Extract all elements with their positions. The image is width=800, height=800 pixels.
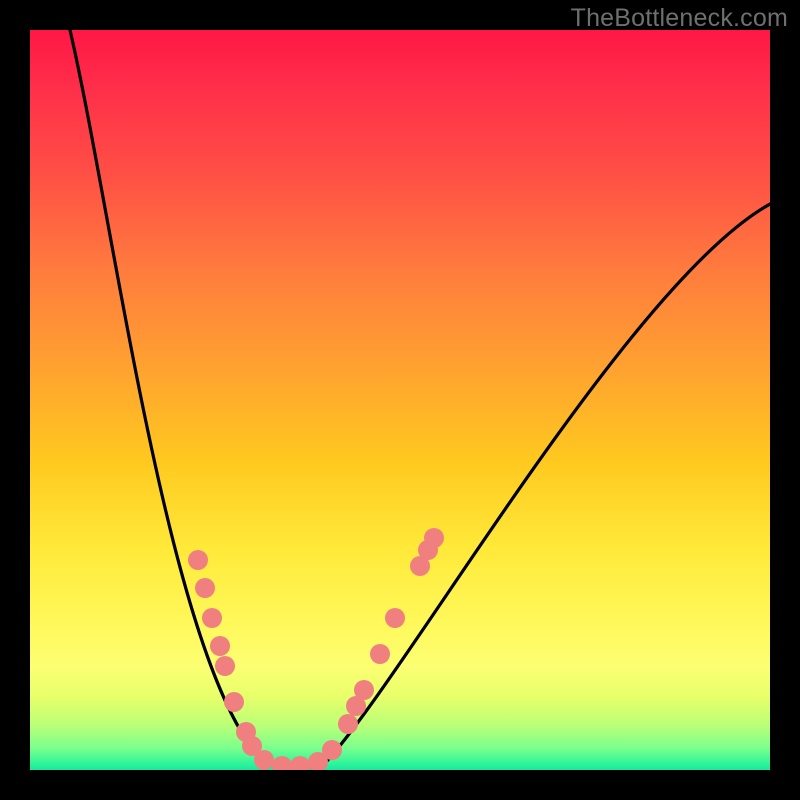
data-marker — [202, 608, 222, 628]
watermark-label: TheBottleneck.com — [571, 4, 788, 33]
data-marker — [370, 644, 390, 664]
data-marker — [354, 680, 374, 700]
marker-group — [188, 528, 444, 770]
data-marker — [254, 750, 274, 770]
data-marker — [195, 578, 215, 598]
data-marker — [188, 550, 208, 570]
data-marker — [290, 756, 310, 770]
data-marker — [215, 656, 235, 676]
data-marker — [338, 714, 358, 734]
data-marker — [210, 636, 230, 656]
data-marker — [424, 528, 444, 548]
bottleneck-curve — [70, 30, 770, 768]
chart-frame: TheBottleneck.com — [0, 0, 800, 800]
data-marker — [385, 608, 405, 628]
plot-area — [30, 30, 770, 770]
data-marker — [322, 740, 342, 760]
data-marker — [224, 692, 244, 712]
curve-svg — [30, 30, 770, 770]
data-marker — [272, 756, 292, 770]
